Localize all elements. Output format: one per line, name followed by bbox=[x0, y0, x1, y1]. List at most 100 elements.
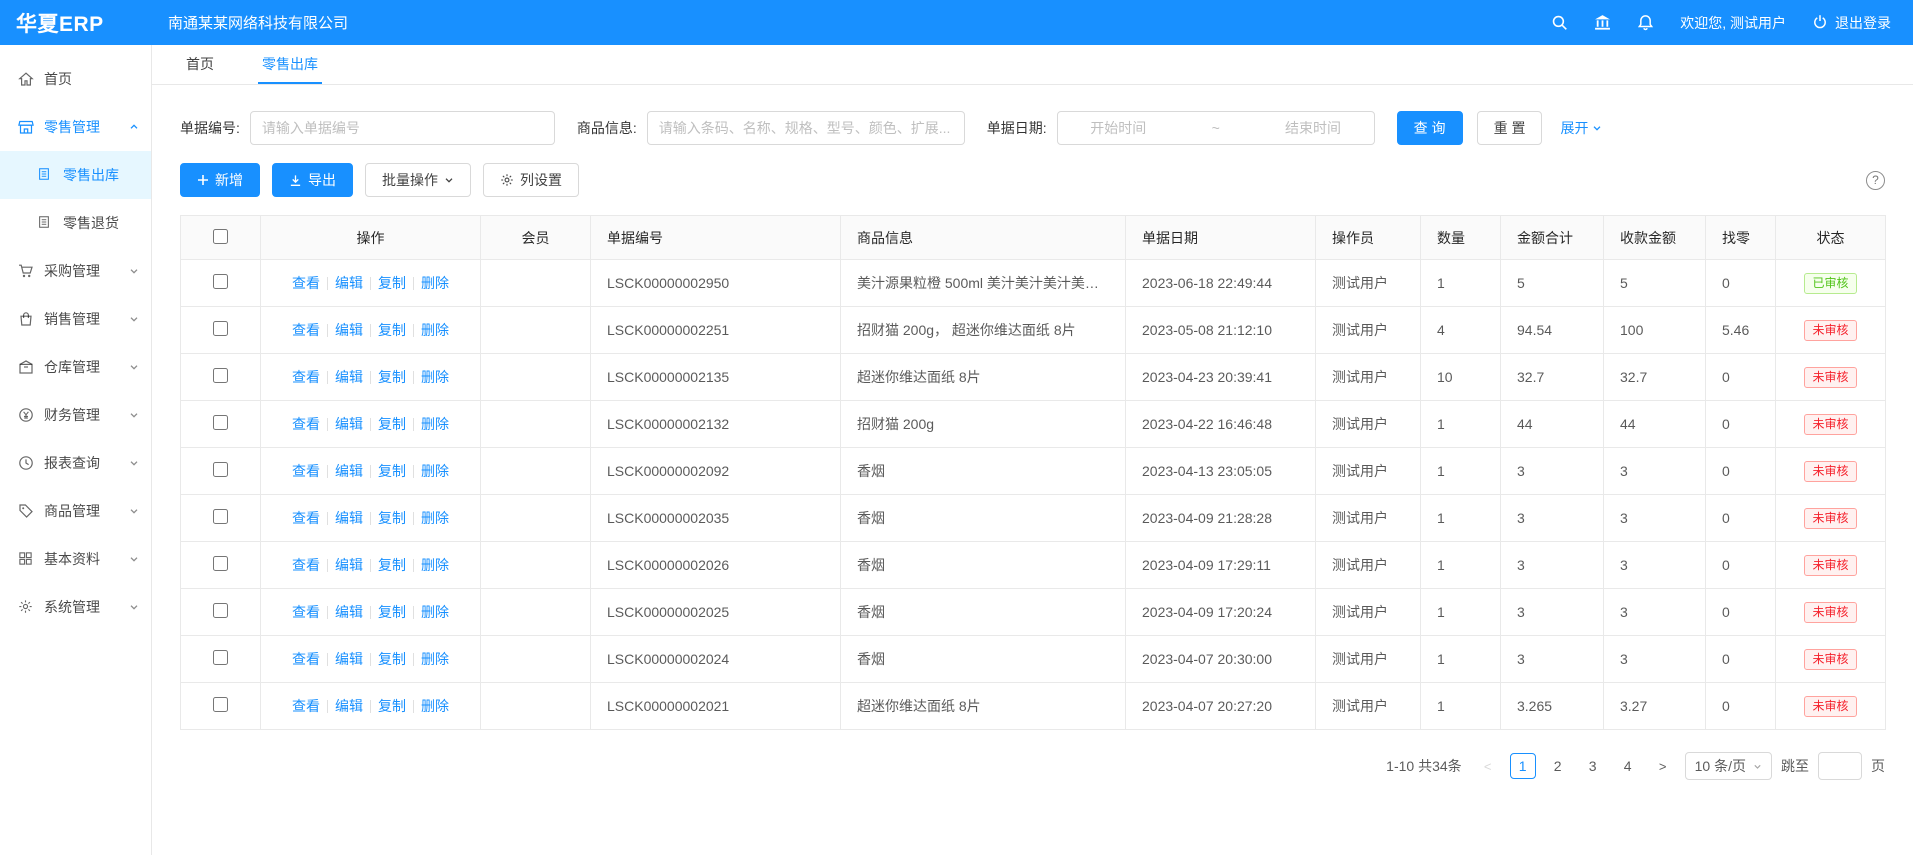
delete-link[interactable]: 删除 bbox=[421, 463, 449, 479]
edit-link[interactable]: 编辑 bbox=[335, 463, 363, 479]
sidebar-item-warehouse-management[interactable]: 仓库管理 bbox=[0, 343, 151, 391]
sidebar-item-goods-management[interactable]: 商品管理 bbox=[0, 487, 151, 535]
sidebar-item-finance-management[interactable]: 财务管理 bbox=[0, 391, 151, 439]
column-settings-button[interactable]: 列设置 bbox=[483, 163, 579, 197]
delete-link[interactable]: 删除 bbox=[421, 322, 449, 338]
cell-change: 0 bbox=[1706, 542, 1776, 589]
table-row: 查看编辑复制删除 LSCK00000002092 香烟 2023-04-13 2… bbox=[181, 448, 1886, 495]
copy-link[interactable]: 复制 bbox=[378, 557, 406, 573]
row-checkbox[interactable] bbox=[213, 509, 228, 524]
copy-link[interactable]: 复制 bbox=[378, 275, 406, 291]
row-checkbox[interactable] bbox=[213, 368, 228, 383]
delete-link[interactable]: 删除 bbox=[421, 557, 449, 573]
sidebar-item-retail-management[interactable]: 零售管理 bbox=[0, 103, 151, 151]
row-checkbox[interactable] bbox=[213, 697, 228, 712]
delete-link[interactable]: 删除 bbox=[421, 416, 449, 432]
edit-link[interactable]: 编辑 bbox=[335, 651, 363, 667]
edit-link[interactable]: 编辑 bbox=[335, 698, 363, 714]
reset-button[interactable]: 重 置 bbox=[1477, 111, 1543, 145]
bank-icon[interactable] bbox=[1594, 14, 1611, 31]
page-number-4[interactable]: 4 bbox=[1615, 753, 1641, 779]
help-icon[interactable]: ? bbox=[1866, 171, 1885, 190]
row-checkbox[interactable] bbox=[213, 462, 228, 477]
delete-link[interactable]: 删除 bbox=[421, 510, 449, 526]
select-all-checkbox[interactable] bbox=[213, 229, 228, 244]
search-icon[interactable] bbox=[1551, 14, 1568, 31]
copy-link[interactable]: 复制 bbox=[378, 416, 406, 432]
tab-home[interactable]: 首页 bbox=[182, 45, 218, 84]
search-button[interactable]: 查 询 bbox=[1397, 111, 1463, 145]
page-number-3[interactable]: 3 bbox=[1580, 753, 1606, 779]
prev-page-button[interactable]: < bbox=[1475, 753, 1501, 779]
copy-link[interactable]: 复制 bbox=[378, 604, 406, 620]
cell-select bbox=[181, 542, 261, 589]
cell-change: 0 bbox=[1706, 589, 1776, 636]
copy-link[interactable]: 复制 bbox=[378, 510, 406, 526]
copy-link[interactable]: 复制 bbox=[378, 463, 406, 479]
edit-link[interactable]: 编辑 bbox=[335, 510, 363, 526]
copy-link[interactable]: 复制 bbox=[378, 698, 406, 714]
doc-no-input[interactable] bbox=[250, 111, 555, 145]
row-checkbox[interactable] bbox=[213, 415, 228, 430]
row-checkbox[interactable] bbox=[213, 274, 228, 289]
view-link[interactable]: 查看 bbox=[292, 604, 320, 620]
delete-link[interactable]: 删除 bbox=[421, 369, 449, 385]
row-checkbox[interactable] bbox=[213, 603, 228, 618]
sidebar-item-home[interactable]: 首页 bbox=[0, 55, 151, 103]
bell-icon[interactable] bbox=[1637, 14, 1654, 31]
view-link[interactable]: 查看 bbox=[292, 369, 320, 385]
download-icon bbox=[289, 174, 302, 187]
sidebar-item-basic-data[interactable]: 基本资料 bbox=[0, 535, 151, 583]
page-number-2[interactable]: 2 bbox=[1545, 753, 1571, 779]
tab-retail-outbound[interactable]: 零售出库 bbox=[258, 45, 322, 84]
view-link[interactable]: 查看 bbox=[292, 416, 320, 432]
export-button[interactable]: 导出 bbox=[272, 163, 353, 197]
view-link[interactable]: 查看 bbox=[292, 322, 320, 338]
sidebar-item-retail-returns[interactable]: 零售退货 bbox=[0, 199, 151, 247]
delete-link[interactable]: 删除 bbox=[421, 651, 449, 667]
product-info-input[interactable] bbox=[647, 111, 965, 145]
view-link[interactable]: 查看 bbox=[292, 463, 320, 479]
page-size-select[interactable]: 10 条/页 bbox=[1685, 752, 1772, 780]
edit-link[interactable]: 编辑 bbox=[335, 275, 363, 291]
view-link[interactable]: 查看 bbox=[292, 275, 320, 291]
view-link[interactable]: 查看 bbox=[292, 651, 320, 667]
next-page-button[interactable]: > bbox=[1650, 753, 1676, 779]
delete-link[interactable]: 删除 bbox=[421, 698, 449, 714]
sidebar-item-report-query[interactable]: 报表查询 bbox=[0, 439, 151, 487]
sidebar-item-retail-outbound[interactable]: 零售出库 bbox=[0, 151, 151, 199]
view-link[interactable]: 查看 bbox=[292, 698, 320, 714]
edit-link[interactable]: 编辑 bbox=[335, 557, 363, 573]
cell-qty: 10 bbox=[1421, 354, 1501, 401]
page-number-1[interactable]: 1 bbox=[1510, 753, 1536, 779]
cell-date: 2023-04-07 20:30:00 bbox=[1126, 636, 1316, 683]
delete-link[interactable]: 删除 bbox=[421, 275, 449, 291]
cell-product: 招财猫 200g bbox=[841, 401, 1126, 448]
row-checkbox[interactable] bbox=[213, 321, 228, 336]
date-range-picker[interactable]: 开始时间 ~ 结束时间 bbox=[1057, 111, 1375, 145]
view-link[interactable]: 查看 bbox=[292, 510, 320, 526]
cell-product: 香烟 bbox=[841, 495, 1126, 542]
row-checkbox[interactable] bbox=[213, 556, 228, 571]
sidebar-item-purchase-management[interactable]: 采购管理 bbox=[0, 247, 151, 295]
copy-link[interactable]: 复制 bbox=[378, 651, 406, 667]
logout-button[interactable]: 退出登录 bbox=[1812, 13, 1891, 33]
add-button[interactable]: 新增 bbox=[180, 163, 260, 197]
expand-link[interactable]: 展开 bbox=[1560, 118, 1602, 138]
sidebar-item-sales-management[interactable]: 销售管理 bbox=[0, 295, 151, 343]
delete-link[interactable]: 删除 bbox=[421, 604, 449, 620]
view-link[interactable]: 查看 bbox=[292, 557, 320, 573]
edit-link[interactable]: 编辑 bbox=[335, 369, 363, 385]
app-logo: 华夏ERP bbox=[0, 8, 152, 38]
cell-doc-no: LSCK00000002132 bbox=[591, 401, 841, 448]
copy-link[interactable]: 复制 bbox=[378, 369, 406, 385]
cell-doc-no: LSCK00000002035 bbox=[591, 495, 841, 542]
edit-link[interactable]: 编辑 bbox=[335, 604, 363, 620]
edit-link[interactable]: 编辑 bbox=[335, 416, 363, 432]
edit-link[interactable]: 编辑 bbox=[335, 322, 363, 338]
copy-link[interactable]: 复制 bbox=[378, 322, 406, 338]
batch-operations-button[interactable]: 批量操作 bbox=[365, 163, 471, 197]
sidebar-item-system-management[interactable]: 系统管理 bbox=[0, 583, 151, 631]
row-checkbox[interactable] bbox=[213, 650, 228, 665]
jump-page-input[interactable] bbox=[1818, 752, 1862, 780]
